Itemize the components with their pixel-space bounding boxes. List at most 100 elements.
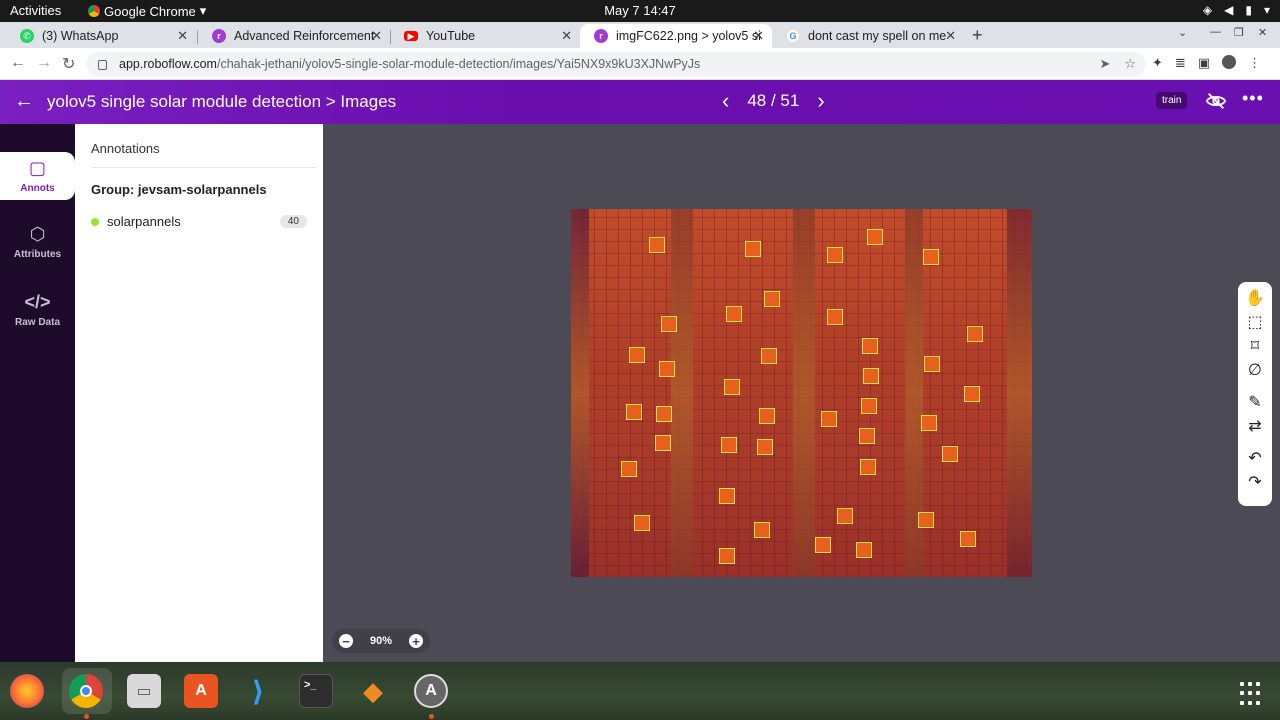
files-icon[interactable]: ▭ <box>127 674 161 708</box>
bounding-box[interactable] <box>942 446 958 462</box>
vscode-icon[interactable]: ⟩ <box>241 674 275 708</box>
clock[interactable]: May 7 14:47 <box>0 3 1280 18</box>
software-center-icon[interactable]: A <box>184 674 218 708</box>
reading-list-icon[interactable]: ≣ <box>1175 55 1186 71</box>
bounding-box[interactable] <box>724 379 740 395</box>
close-icon[interactable]: ✕ <box>561 28 572 44</box>
bounding-box[interactable] <box>921 415 937 431</box>
address-bar[interactable]: app.roboflow.com/chahak-jethani/yolov5-s… <box>86 52 1146 76</box>
bounding-box[interactable] <box>827 247 843 263</box>
smart-polygon-icon[interactable]: ✎ <box>1244 391 1266 413</box>
bounding-box[interactable] <box>924 356 940 372</box>
bounding-box[interactable] <box>918 512 934 528</box>
chrome-icon[interactable] <box>69 674 103 708</box>
split-badge[interactable]: train <box>1156 92 1188 109</box>
redo-icon[interactable]: ↷ <box>1244 471 1266 493</box>
side-panel-icon[interactable]: ▣ <box>1198 55 1210 71</box>
bounding-box[interactable] <box>649 237 665 253</box>
send-icon[interactable]: ➤ <box>1099 56 1110 72</box>
more-options-icon[interactable]: ••• <box>1242 88 1264 109</box>
bounding-box[interactable] <box>721 437 737 453</box>
back-arrow-icon[interactable]: ← <box>14 90 34 113</box>
bookmark-star-icon[interactable]: ☆ <box>1124 56 1136 72</box>
previous-image-icon[interactable]: ‹ <box>722 90 729 112</box>
bounding-box[interactable] <box>626 404 642 420</box>
sublime-icon[interactable]: ◆ <box>356 674 390 708</box>
bounding-box[interactable] <box>923 249 939 265</box>
bounding-box[interactable] <box>634 515 650 531</box>
tab-youtube[interactable]: ▶ YouTube ✕ <box>390 24 580 48</box>
bounding-box[interactable] <box>856 542 872 558</box>
bounding-box[interactable] <box>659 361 675 377</box>
hand-icon[interactable]: ✋ <box>1244 287 1266 309</box>
zoom-in-icon[interactable]: + <box>409 634 423 648</box>
extensions-puzzle-icon[interactable]: ✦ <box>1152 55 1163 71</box>
breadcrumb[interactable]: yolov5 single solar module detection > I… <box>47 92 396 112</box>
bounding-box[interactable] <box>629 347 645 363</box>
bounding-box[interactable] <box>967 326 983 342</box>
bounding-box[interactable] <box>726 306 742 322</box>
bounding-box[interactable] <box>863 368 879 384</box>
minimize-icon[interactable]: — <box>1210 26 1221 38</box>
bounding-box[interactable] <box>764 291 780 307</box>
kebab-menu-icon[interactable]: ⋮ <box>1248 55 1261 71</box>
bounding-box[interactable] <box>860 459 876 475</box>
terminal-icon[interactable]: >_ <box>299 674 333 708</box>
close-window-icon[interactable]: ✕ <box>1258 26 1267 39</box>
annotation-canvas[interactable]: − 90% + ✋ ⬚ ⌑ ∅ ✎ ⇄ ↶ ↷ <box>323 124 1280 662</box>
nav-annots[interactable]: ▢ Annots <box>0 158 75 194</box>
new-tab-button[interactable]: + <box>972 25 983 46</box>
close-icon[interactable]: ✕ <box>177 28 188 44</box>
system-tray[interactable]: ◈ ◀ ▮ ▾ <box>1203 3 1270 17</box>
close-icon[interactable]: ✕ <box>753 28 764 44</box>
firefox-icon[interactable] <box>10 674 44 708</box>
back-icon[interactable]: ← <box>10 54 26 72</box>
nav-attributes[interactable]: ⬡ Attributes <box>0 224 75 260</box>
app-store-icon[interactable]: A <box>414 674 448 708</box>
bounding-box[interactable] <box>821 411 837 427</box>
next-image-icon[interactable]: › <box>817 90 824 112</box>
repeat-icon[interactable]: ⇄ <box>1244 415 1266 437</box>
tab-imgfc622-active[interactable]: r imgFC622.png > yolov5 si ✕ <box>580 24 772 48</box>
tab-advanced-reinforcement[interactable]: r Advanced Reinforcement ✕ <box>198 24 390 48</box>
lock-icon[interactable] <box>98 60 107 70</box>
restore-icon[interactable]: ❐ <box>1234 26 1244 39</box>
bounding-box[interactable] <box>867 229 883 245</box>
bounding-box[interactable] <box>761 348 777 364</box>
tab-whatsapp[interactable]: ✆ (3) WhatsApp ✕ <box>6 24 196 48</box>
bounding-box[interactable] <box>661 316 677 332</box>
bounding-box[interactable] <box>815 537 831 553</box>
thermal-image[interactable] <box>571 209 1032 577</box>
bounding-box[interactable] <box>837 508 853 524</box>
close-icon[interactable]: ✕ <box>371 28 382 44</box>
close-icon[interactable]: ✕ <box>945 28 956 44</box>
tab-search-icon[interactable]: ⌄ <box>1178 26 1187 39</box>
avatar[interactable] <box>1222 55 1237 69</box>
bounding-box[interactable] <box>960 531 976 547</box>
forward-icon[interactable]: → <box>36 54 52 72</box>
reload-icon[interactable]: ↻ <box>62 54 75 74</box>
bounding-box[interactable] <box>862 338 878 354</box>
bounding-box[interactable] <box>757 439 773 455</box>
bounding-box[interactable] <box>827 309 843 325</box>
hide-annotations-icon[interactable] <box>1205 90 1227 112</box>
bounding-box[interactable] <box>745 241 761 257</box>
bounding-box[interactable] <box>861 398 877 414</box>
zoom-out-icon[interactable]: − <box>339 634 353 648</box>
class-row-solarpannels[interactable]: solarpannels 40 <box>91 214 307 229</box>
null-icon[interactable]: ∅ <box>1244 359 1266 381</box>
nav-raw-data[interactable]: </> Raw Data <box>0 292 75 328</box>
polygon-icon[interactable]: ⌑ <box>1244 335 1266 357</box>
bounding-box[interactable] <box>754 522 770 538</box>
bounding-box[interactable] <box>759 408 775 424</box>
bounding-box[interactable] <box>719 488 735 504</box>
bounding-box[interactable] <box>719 548 735 564</box>
bounding-box[interactable] <box>964 386 980 402</box>
bounding-box-icon[interactable]: ⬚ <box>1244 311 1266 333</box>
tab-dont-cast-my-spell[interactable]: G dont cast my spell on me ✕ <box>772 24 964 48</box>
bounding-box[interactable] <box>655 435 671 451</box>
show-apps-icon[interactable] <box>1240 682 1264 706</box>
bounding-box[interactable] <box>621 461 637 477</box>
bounding-box[interactable] <box>859 428 875 444</box>
bounding-box[interactable] <box>656 406 672 422</box>
